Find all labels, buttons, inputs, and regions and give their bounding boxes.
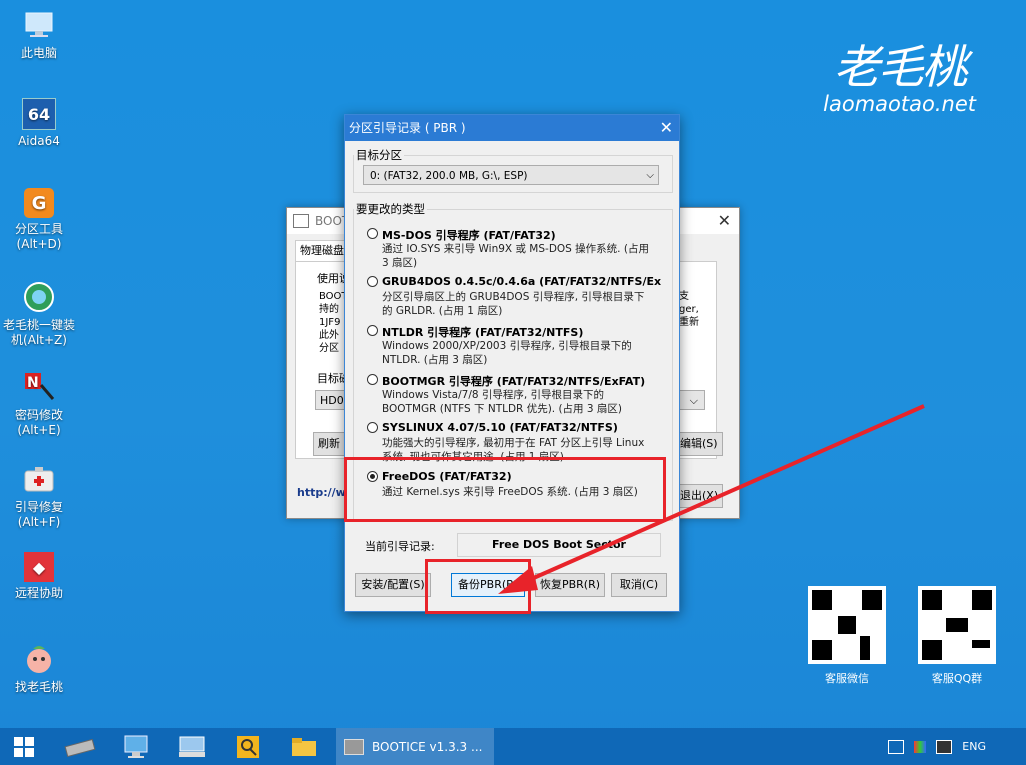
desktop-icon-computer[interactable]: 此电脑 [0, 8, 78, 61]
option-name: BOOTMGR 引导程序 (FAT/FAT32/NTFS/ExFAT) [382, 375, 646, 388]
install-config-button[interactable]: 安装/配置(S) [355, 573, 431, 597]
folder-icon [292, 737, 316, 756]
option-desc: 通过 IO.SYS 来引导 Win9X 或 MS-DOS 操作系统. (占用 3… [382, 243, 649, 269]
brand-name: 老毛桃 [833, 40, 968, 94]
highlight-backup-button [425, 559, 531, 614]
radio-button[interactable] [367, 276, 378, 287]
computer-icon [124, 735, 148, 758]
taskbar-network-tool[interactable] [112, 728, 160, 765]
peach-icon [22, 642, 56, 676]
close-icon[interactable]: ✕ [718, 211, 731, 230]
remote-icon: ◆ [24, 552, 54, 582]
svg-text:N: N [27, 375, 39, 391]
display-icon[interactable] [936, 739, 953, 754]
desktop-icon-password[interactable]: N 密码修改 (Alt+E) [0, 370, 78, 438]
target-partition-select[interactable]: 0: (FAT32, 200.0 MB, G:\, ESP) ⌵ [363, 165, 659, 185]
desktop-icon-install[interactable]: 老毛桃一键装 机(Alt+Z) [0, 280, 78, 348]
partition-tool-icon: G [24, 188, 54, 218]
keyboard-icon [179, 736, 205, 757]
qr-label: 客服微信 [825, 672, 869, 685]
pbr-dialog: 分区引导记录 ( PBR ) ✕ 目标分区 0: (FAT32, 200.0 M… [344, 114, 680, 612]
group-label: 要更改的类型 [356, 202, 425, 216]
option-desc: Windows Vista/7/8 引导程序, 引导根目录下的 BOOTMGR … [382, 389, 623, 415]
option-name: NTLDR 引导程序 (FAT/FAT32/NTFS) [382, 326, 584, 339]
desktop-icon-aida64[interactable]: 64 Aida64 [0, 98, 78, 149]
memory-chip-icon [64, 738, 96, 757]
color-tray-icon[interactable] [914, 740, 927, 753]
desktop-icon-label: 远程协助 [14, 586, 63, 600]
computer-icon [22, 8, 56, 42]
desktop-icon-label: 分区工具 (Alt+D) [14, 222, 63, 251]
magnifier-icon [237, 735, 259, 758]
start-button[interactable] [0, 728, 48, 765]
option-name: SYSLINUX 4.07/5.10 (FAT/FAT32/NTFS) [382, 421, 618, 434]
dialog-title: 分区引导记录 ( PBR ) [349, 121, 466, 135]
app-icon [293, 214, 309, 228]
chevron-down-icon: ⌵ [646, 170, 654, 181]
desc-line: ger, [679, 304, 699, 315]
qr-code-icon [808, 586, 886, 664]
option-desc: 分区引导扇区上的 GRUB4DOS 引导程序, 引导根目录下的 GRLDR. (… [382, 291, 645, 317]
desktop-icon-label: 老毛桃一键装 机(Alt+Z) [2, 318, 75, 347]
option-name: MS-DOS 引导程序 (FAT/FAT32) [382, 229, 556, 242]
qr-code-icon [918, 586, 996, 664]
desktop-icon-partition[interactable]: G 分区工具 (Alt+D) [0, 188, 78, 252]
qr-wechat: 客服微信 [808, 586, 886, 685]
taskbar: BOOTICE v1.3.3 ... ENG [0, 728, 1026, 765]
option-name: GRUB4DOS 0.4.5c/0.4.6a (FAT/FAT32/NTFS/E… [382, 275, 662, 288]
install-icon [22, 280, 56, 314]
option-desc: Windows 2000/XP/2003 引导程序, 引导根目录下的 NTLDR… [382, 340, 632, 366]
network-icon[interactable] [888, 739, 905, 754]
desktop-icon-label: Aida64 [18, 134, 60, 148]
aida64-icon: 64 [22, 98, 56, 130]
homepage-link[interactable]: http://w [297, 486, 346, 499]
qr-label: 客服QQ群 [931, 672, 983, 685]
system-tray: ENG [888, 728, 1026, 765]
desktop-icon-remote[interactable]: ◆ 远程协助 [0, 552, 78, 601]
desc-text-right: 支 ger, 重新 [679, 290, 699, 329]
chevron-down-icon: ⌵ [689, 394, 698, 407]
cancel-button[interactable]: 取消(C) [611, 573, 667, 597]
password-icon: N [22, 370, 56, 404]
taskbar-keyboard-tool[interactable] [168, 728, 216, 765]
desc-line: 重新 [679, 317, 699, 328]
close-icon[interactable]: ✕ [660, 115, 673, 141]
desc-line: 支 [679, 291, 689, 302]
restore-pbr-button[interactable]: 恢复PBR(R) [535, 573, 605, 597]
boot-repair-icon [22, 462, 56, 496]
select-value: 0: (FAT32, 200.0 MB, G:\, ESP) [370, 170, 528, 182]
desktop-icon-peach[interactable]: 找老毛桃 [0, 642, 78, 695]
taskbar-search-tool[interactable] [224, 728, 272, 765]
windows-icon [14, 736, 34, 757]
taskbar-file-explorer[interactable] [280, 728, 328, 765]
qr-qq-group: 客服QQ群 [918, 586, 996, 685]
radio-button[interactable] [367, 325, 378, 336]
radio-button[interactable] [367, 422, 378, 433]
brand-logo: 老毛桃 laomaotao.net [823, 42, 976, 116]
bootice-app-icon [344, 738, 364, 755]
taskbar-item-label: BOOTICE v1.3.3 ... [372, 739, 483, 754]
desktop-icon-boot-repair[interactable]: 引导修复 (Alt+F) [0, 462, 78, 530]
refresh-button[interactable]: 刷新 [313, 432, 345, 456]
exit-button[interactable]: 退出(X) [675, 484, 724, 508]
taskbar-memory-tool[interactable] [56, 728, 104, 765]
group-label: 目标分区 [356, 148, 402, 162]
radio-button[interactable] [367, 228, 378, 239]
current-record-label: 当前引导记录: [365, 540, 435, 553]
desktop-icon-label: 找老毛桃 [14, 680, 63, 694]
desktop-icon-label: 密码修改 (Alt+E) [14, 408, 63, 437]
desktop-icon-label: 引导修复 (Alt+F) [14, 500, 63, 529]
edit-button[interactable]: 编辑(S) [675, 432, 723, 456]
brand-url: laomaotao.net [823, 92, 976, 116]
current-record-value: Free DOS Boot Sector [457, 533, 661, 557]
language-indicator[interactable]: ENG [962, 740, 986, 753]
desktop-icon-label: 此电脑 [20, 46, 57, 60]
dialog-titlebar: 分区引导记录 ( PBR ) ✕ [345, 115, 679, 141]
radio-button[interactable] [367, 374, 378, 385]
highlight-freedos-option [344, 457, 666, 522]
taskbar-bootice[interactable]: BOOTICE v1.3.3 ... [336, 728, 494, 765]
